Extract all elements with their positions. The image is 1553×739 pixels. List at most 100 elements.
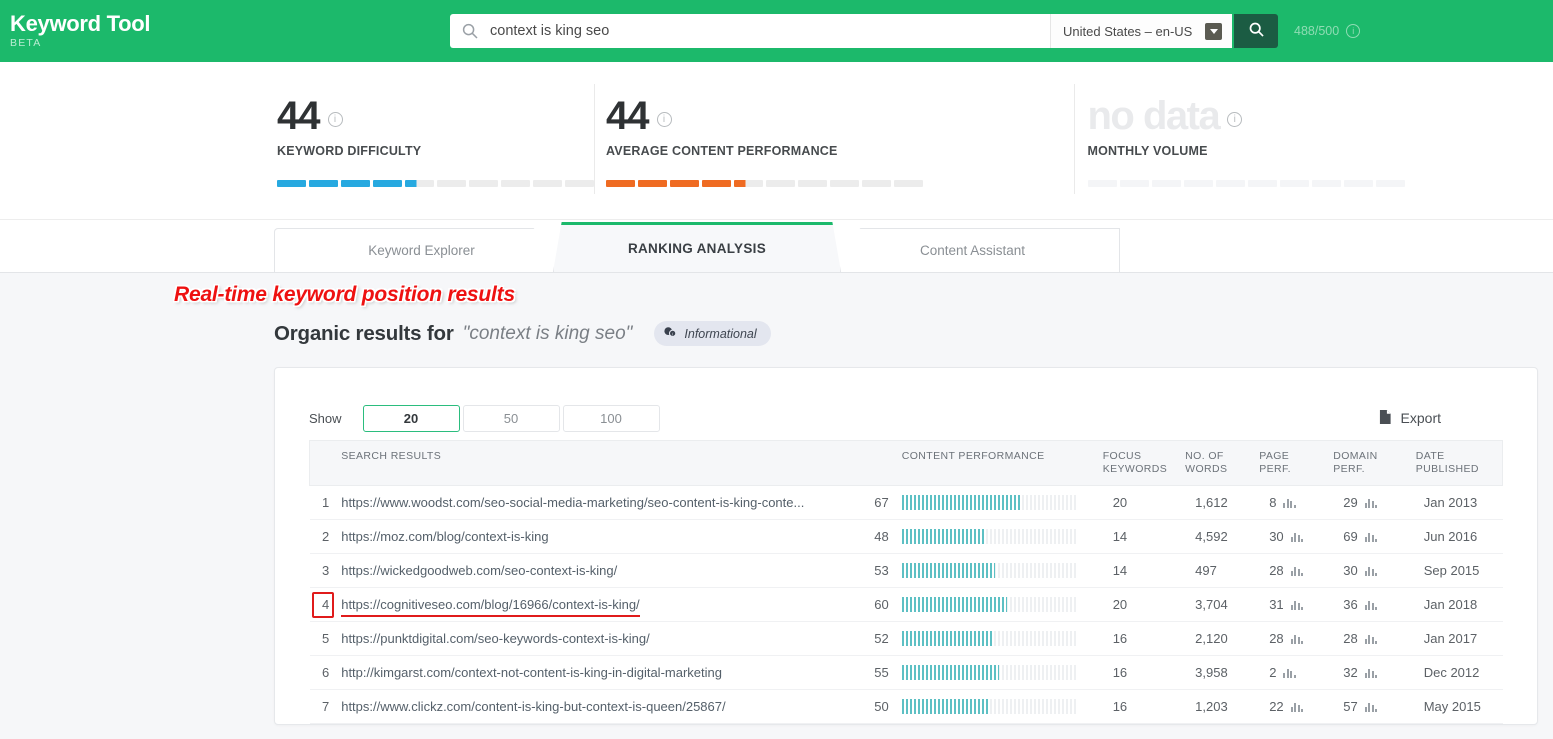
locale-select[interactable]: United States – en-US xyxy=(1050,14,1232,48)
app-header: Keyword Tool BETA United States – en-US xyxy=(0,0,1553,62)
sparkline-icon xyxy=(1364,633,1378,644)
results-toolbar: Show 20 50 100 Export xyxy=(309,396,1503,440)
table-row[interactable]: 5 https://punktdigital.com/seo-keywords-c… xyxy=(309,621,1503,656)
result-url-link[interactable]: https://cognitiveseo.com/blog/16966/cont… xyxy=(341,597,640,617)
tab-content-assistant[interactable]: Content Assistant xyxy=(825,228,1120,272)
segment xyxy=(830,180,859,187)
show-option-label: 50 xyxy=(503,410,519,426)
chevron-down-icon[interactable] xyxy=(1205,22,1222,40)
url-cell[interactable]: https://punktdigital.com/seo-keywords-co… xyxy=(341,621,862,656)
th-line2: PERF. xyxy=(1259,463,1291,475)
page-perf-cell: 22 xyxy=(1259,689,1334,724)
info-icon[interactable]: i xyxy=(1227,112,1243,127)
show-option-label: 100 xyxy=(600,410,622,426)
th-no-of-words[interactable]: NO. OF WORDS xyxy=(1185,440,1260,486)
table-row[interactable]: 3 https://wickedgoodweb.com/seo-context-i… xyxy=(309,553,1503,588)
show-100-button[interactable]: 100 xyxy=(562,404,660,432)
content-performance-bar xyxy=(901,699,1078,714)
th-line2: WORDS xyxy=(1185,463,1228,475)
date-published-cell: Jan 2017 xyxy=(1415,621,1503,656)
sparkline-icon xyxy=(1283,667,1296,678)
url-cell[interactable]: https://cognitiveseo.com/blog/16966/cont… xyxy=(341,587,862,622)
volume-segment-bar xyxy=(1087,180,1553,187)
segment xyxy=(862,180,891,187)
metric-value: 44 xyxy=(606,94,649,138)
date-published-cell: Jun 2016 xyxy=(1415,519,1503,554)
result-url-link[interactable]: https://www.woodst.com/seo-social-media-… xyxy=(341,495,804,510)
rank-cell: 4 xyxy=(309,587,342,622)
metric-keyword-difficulty: 44 i KEYWORD DIFFICULTY xyxy=(0,62,594,219)
sparkline-icon xyxy=(1283,497,1296,508)
url-cell[interactable]: https://www.woodst.com/seo-social-media-… xyxy=(341,485,862,520)
th-content-performance[interactable]: CONTENT PERFORMANCE xyxy=(901,440,1103,486)
domain-perf-cell: 29 xyxy=(1333,485,1416,520)
content-performance-bar xyxy=(901,495,1078,510)
locale-value: United States – en-US xyxy=(1063,23,1193,39)
search-icon xyxy=(1249,22,1264,40)
content-performance-score: 48 xyxy=(861,519,902,554)
intent-icon: i xyxy=(663,325,677,342)
rank-cell: 5 xyxy=(309,621,342,656)
result-url-link[interactable]: https://www.clickz.com/content-is-king-b… xyxy=(341,699,725,714)
rank-value: 2 xyxy=(321,529,330,544)
table-row[interactable]: 2 https://moz.com/blog/context-is-king 48 1… xyxy=(309,519,1503,554)
result-url-link[interactable]: https://punktdigital.com/seo-keywords-co… xyxy=(341,631,650,646)
info-icon[interactable]: i xyxy=(1346,24,1361,38)
sparkline-icon xyxy=(1364,565,1378,576)
result-url-link[interactable]: https://moz.com/blog/context-is-king xyxy=(341,529,548,544)
table-row[interactable]: 6 http://kimgarst.com/context-not-content… xyxy=(309,655,1503,690)
rank-value: 3 xyxy=(321,563,330,578)
no-of-words-cell: 3,704 xyxy=(1185,587,1260,622)
search-submit-button[interactable] xyxy=(1234,14,1278,48)
url-cell[interactable]: https://www.clickz.com/content-is-king-b… xyxy=(341,689,862,724)
url-cell[interactable]: http://kimgarst.com/context-not-content-… xyxy=(341,655,862,690)
domain-perf-cell: 57 xyxy=(1333,689,1416,724)
th-page-perf[interactable]: PAGE PERF. xyxy=(1259,440,1334,486)
content-performance-bar-cell xyxy=(901,485,1103,520)
content-performance-bar xyxy=(901,529,1078,544)
page-perf-cell: 28 xyxy=(1259,621,1334,656)
show-20-button[interactable]: 20 xyxy=(362,404,460,432)
search-input[interactable] xyxy=(490,23,1038,39)
table-row[interactable]: 4 https://cognitiveseo.com/blog/16966/con… xyxy=(309,587,1503,622)
no-of-words-cell: 497 xyxy=(1185,553,1260,588)
th-domain-perf[interactable]: DOMAIN PERF. xyxy=(1333,440,1416,486)
th-score xyxy=(861,440,902,486)
document-icon xyxy=(1379,409,1392,428)
page-title: Organic results for xyxy=(274,321,454,345)
metric-value: 44 xyxy=(277,94,320,138)
focus-keywords-cell: 16 xyxy=(1102,655,1186,690)
url-cell[interactable]: https://wickedgoodweb.com/seo-context-is… xyxy=(341,553,862,588)
th-line1: DATE xyxy=(1415,450,1445,462)
segment xyxy=(501,180,530,187)
th-search-results[interactable]: SEARCH RESULTS xyxy=(341,440,862,486)
export-button[interactable]: Export xyxy=(1379,409,1503,428)
segment xyxy=(277,180,306,187)
show-50-button[interactable]: 50 xyxy=(462,404,560,432)
focus-keywords-cell: 14 xyxy=(1102,519,1186,554)
sparkline-icon xyxy=(1290,633,1304,644)
table-header-row: SEARCH RESULTS CONTENT PERFORMANCE FOCUS… xyxy=(309,440,1503,486)
tab-ranking-analysis[interactable]: RANKING ANALYSIS xyxy=(553,222,841,272)
app-title: Keyword Tool xyxy=(10,11,151,36)
result-url-link[interactable]: http://kimgarst.com/context-not-content-… xyxy=(341,665,722,680)
segment xyxy=(606,180,635,187)
page-perf-cell: 28 xyxy=(1259,553,1334,588)
content-performance-bar-cell xyxy=(901,587,1103,622)
url-cell[interactable]: https://moz.com/blog/context-is-king xyxy=(341,519,862,554)
info-icon[interactable]: i xyxy=(656,112,672,127)
sparkline-icon xyxy=(1290,599,1304,610)
search-box[interactable] xyxy=(450,14,1050,48)
page-perf-cell: 31 xyxy=(1259,587,1334,622)
table-row[interactable]: 7 https://www.clickz.com/content-is-king-… xyxy=(309,689,1503,724)
result-url-link[interactable]: https://wickedgoodweb.com/seo-context-is… xyxy=(341,563,617,578)
info-icon[interactable]: i xyxy=(327,112,343,127)
table-row[interactable]: 1 https://www.woodst.com/seo-social-media… xyxy=(309,485,1503,520)
segment xyxy=(1151,180,1181,187)
th-date-published[interactable]: DATE PUBLISHED xyxy=(1415,440,1503,486)
date-published-cell: Jan 2013 xyxy=(1415,485,1503,520)
th-focus-keywords[interactable]: FOCUS KEYWORDS xyxy=(1102,440,1186,486)
tab-keyword-explorer[interactable]: Keyword Explorer xyxy=(274,228,569,272)
tab-label: RANKING ANALYSIS xyxy=(627,241,767,256)
results-table: SEARCH RESULTS CONTENT PERFORMANCE FOCUS… xyxy=(309,440,1503,724)
